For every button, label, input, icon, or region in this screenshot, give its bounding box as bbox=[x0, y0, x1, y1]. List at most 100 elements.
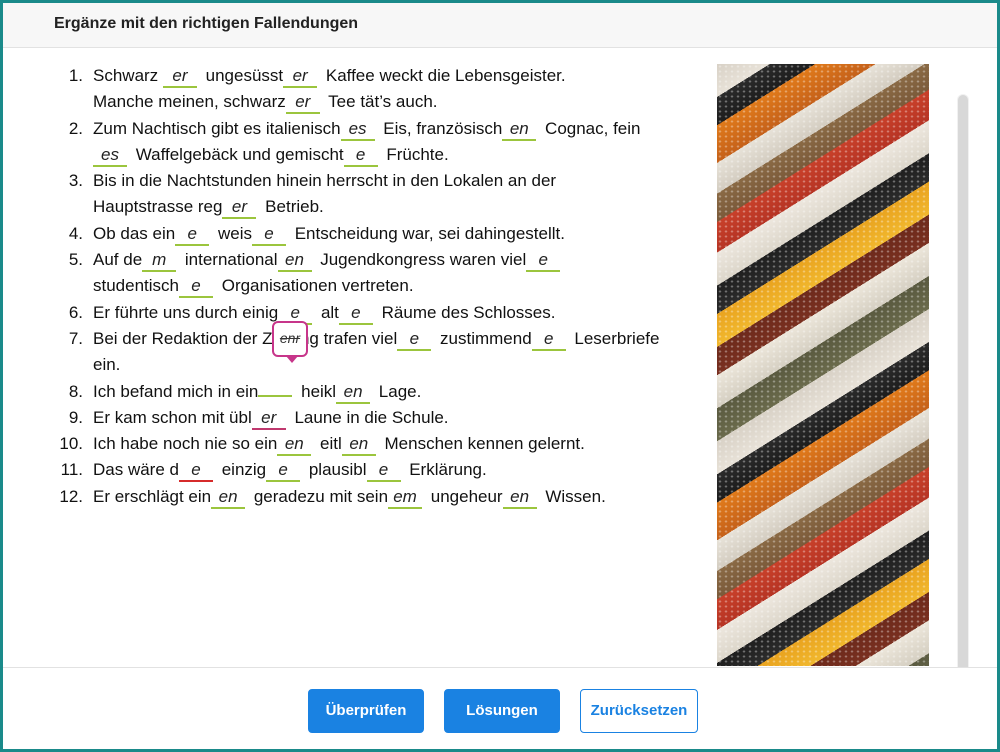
sentence-text: Er führte uns durch einig bbox=[93, 302, 279, 322]
answer-gap-input[interactable]: m bbox=[142, 250, 177, 273]
spices-image bbox=[717, 64, 929, 666]
answer-gap-input[interactable]: e bbox=[531, 329, 566, 351]
exercise-item: 9. Er kam schon mit übl er Laune in die Sc… bbox=[53, 405, 713, 431]
sentence-text: Ich habe noch nie so ein bbox=[93, 434, 278, 454]
page-title: Ergänze mit den richtigen Fallendungen bbox=[54, 15, 359, 32]
sentence-text: Auf de bbox=[93, 250, 143, 270]
sentence-text: Jugendkongress waren viel bbox=[315, 250, 527, 270]
answer-gap-input[interactable]: en bbox=[502, 487, 537, 509]
sentence-text: Früchte. bbox=[381, 144, 449, 164]
item-number: 8. bbox=[68, 381, 83, 401]
answer-gap-input[interactable] bbox=[258, 394, 293, 397]
sentence-text: Cognac, fein bbox=[540, 118, 641, 138]
sentence-text: Ob das ein bbox=[93, 223, 176, 243]
reset-button[interactable]: Zurücksetzen bbox=[580, 689, 698, 733]
answer-gap-input[interactable]: em bbox=[388, 487, 423, 509]
sentence-text: einzig bbox=[216, 460, 267, 480]
exercise-item: 12. Er erschlägt ein en geradezu mit sein e… bbox=[53, 484, 713, 510]
sentence-text: Entscheidung war, sei dahingestellt. bbox=[289, 223, 565, 243]
sentence-text: Wissen. bbox=[540, 486, 606, 506]
answer-gap-input[interactable]: en bbox=[277, 434, 312, 457]
answer-gap-input[interactable]: e bbox=[179, 276, 213, 299]
sentence-text: plausibl bbox=[304, 460, 367, 480]
sentence-text: Eis, französisch bbox=[378, 118, 503, 138]
sentence-text: ein. bbox=[93, 355, 121, 375]
item-number: 7. bbox=[68, 328, 83, 348]
answer-gap-input[interactable]: en bbox=[336, 382, 371, 404]
exercise-item: 2. Zum Nachtisch gibt es italienisch es Ei… bbox=[53, 116, 713, 169]
item-number: 5. bbox=[68, 250, 83, 270]
sentence-text: Tee tät’s auch. bbox=[323, 92, 438, 112]
answer-gap-input[interactable]: es bbox=[93, 145, 127, 167]
exercise-item: 1. Schwarz er ungesüsst er Kaffee weckt di… bbox=[53, 63, 713, 116]
exercise-item: 10. Ich habe noch nie so ein en eitl en Men… bbox=[53, 431, 713, 457]
sentence-text: Schwarz bbox=[93, 66, 163, 85]
scrollbar-thumb[interactable] bbox=[958, 95, 968, 667]
sentence-text: Erklärung. bbox=[404, 460, 487, 480]
item-number: 10. bbox=[59, 434, 83, 454]
item-number: 4. bbox=[68, 223, 83, 243]
answer-gap-input[interactable]: er bbox=[283, 66, 318, 88]
answer-gap-input[interactable]: e bbox=[526, 250, 561, 273]
answer-gap-input[interactable]: e bbox=[366, 460, 401, 483]
answer-gap-input[interactable]: e bbox=[178, 460, 213, 483]
sentence-text: zustimmend bbox=[435, 328, 532, 348]
sentence-text: Er erschlägt ein bbox=[93, 486, 212, 506]
sentence-text: Er kam schon mit übl bbox=[93, 407, 252, 427]
answer-gap-input[interactable]: en bbox=[211, 487, 246, 509]
sentence-text: Organisationen vertreten. bbox=[217, 276, 414, 296]
sentence-text: alt bbox=[316, 302, 339, 322]
header-bar: Ergänze mit den richtigen Fallendungen bbox=[3, 3, 997, 48]
sentence-text: Hauptstrasse reg bbox=[93, 197, 223, 217]
sentence-text: Menschen kennen gelernt. bbox=[379, 434, 585, 454]
exercise-item: 7. Bei der Redaktion der Zeitung trafen v… bbox=[53, 326, 713, 379]
sentence-text: Manche meinen, schwarz bbox=[93, 92, 286, 112]
answer-gap-input[interactable]: en bbox=[277, 250, 312, 273]
item-number: 12. bbox=[59, 486, 83, 506]
sentence-text: ungesüsst bbox=[200, 66, 284, 85]
answer-tooltip: enr bbox=[272, 321, 308, 363]
exercise-item: 8. Ich befand mich in ein heikl en Lage. bbox=[53, 379, 713, 405]
answer-gap-input[interactable]: en bbox=[341, 434, 376, 457]
sentence-text: Laune in die Schule. bbox=[289, 407, 449, 427]
solutions-button[interactable]: Lösungen bbox=[444, 689, 560, 733]
sentence-text: Räume des Schlosses. bbox=[376, 302, 556, 322]
item-number: 2. bbox=[68, 118, 83, 138]
item-number: 9. bbox=[68, 407, 83, 427]
exercise-window: Ergänze mit den richtigen Fallendungen 1… bbox=[0, 0, 1000, 752]
sentence-text: Bis in die Nachtstunden hinein herrscht … bbox=[93, 171, 557, 191]
sentence-text: Zum Nachtisch gibt es italienisch bbox=[93, 118, 341, 138]
sentence-text: weis bbox=[213, 223, 252, 243]
answer-gap-input[interactable]: en bbox=[502, 119, 537, 141]
answer-gap-input[interactable]: e bbox=[175, 224, 210, 246]
exercise-item: 5. Auf de m international en Jugendkongress… bbox=[53, 247, 713, 300]
exercise-item: 6. Er führte uns durch einig e alt e Räume … bbox=[53, 300, 713, 326]
answer-gap-input[interactable]: es bbox=[340, 119, 375, 141]
answer-gap-input[interactable]: e bbox=[251, 224, 286, 246]
check-button[interactable]: Überprüfen bbox=[308, 689, 424, 733]
sentence-text: Lage. bbox=[374, 381, 422, 401]
answer-gap-input[interactable]: er bbox=[285, 92, 320, 115]
answer-gap-input[interactable]: er bbox=[222, 197, 257, 220]
answer-gap-input[interactable]: e bbox=[343, 145, 378, 167]
sentence-text: studentisch bbox=[93, 276, 179, 296]
sentence-text: heikl bbox=[296, 381, 337, 401]
sentence-text: geradezu mit sein bbox=[249, 486, 389, 506]
answer-gap-input[interactable]: er bbox=[162, 66, 197, 88]
answer-gap-input[interactable]: er bbox=[251, 408, 286, 430]
exercise-item: 4. Ob das ein e weis e Entscheidung war, se… bbox=[53, 221, 713, 247]
exercise-item: 3. Bis in die Nachtstunden hinein herrsch… bbox=[53, 168, 713, 221]
sentence-text: Betrieb. bbox=[260, 197, 324, 217]
sentence-text: international bbox=[180, 250, 278, 270]
answer-gap-input[interactable]: e bbox=[266, 460, 301, 483]
exercise-content: 1. Schwarz er ungesüsst er Kaffee weckt di… bbox=[3, 47, 997, 667]
item-number: 6. bbox=[68, 302, 83, 322]
sentence-text: Waffelgebäck und gemischt bbox=[131, 144, 344, 164]
sentence-list: 1. Schwarz er ungesüsst er Kaffee weckt di… bbox=[53, 63, 713, 510]
answer-gap-input[interactable]: e bbox=[338, 303, 373, 325]
sentence-text: Leserbriefe bbox=[569, 328, 660, 348]
item-number: 1. bbox=[68, 66, 83, 85]
sentence-text: ungeheur bbox=[426, 486, 503, 506]
item-number: 11. bbox=[60, 460, 83, 480]
answer-gap-input[interactable]: e bbox=[397, 329, 432, 351]
